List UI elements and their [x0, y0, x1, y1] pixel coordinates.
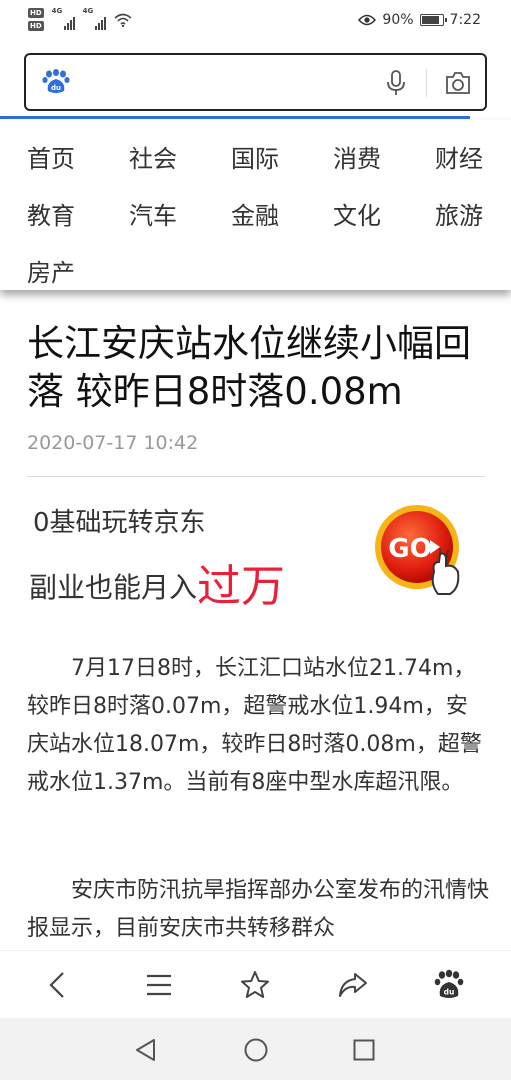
menu-icon[interactable]: [143, 969, 175, 1001]
nav-item-real-estate[interactable]: 房产: [27, 253, 75, 288]
baidu-paw-icon[interactable]: du: [433, 969, 465, 1001]
system-nav-bar: [0, 1018, 511, 1080]
signal-icon: 4G: [51, 6, 75, 30]
nav-item-travel[interactable]: 旅游: [435, 196, 483, 231]
search-input[interactable]: [82, 67, 386, 99]
battery-percent: 90%: [382, 12, 414, 28]
microphone-icon[interactable]: [384, 69, 408, 97]
svg-text:du: du: [51, 84, 61, 92]
search-bar[interactable]: du: [24, 53, 487, 111]
network-type-label: 4G: [51, 6, 63, 15]
loading-progress-bar: [0, 116, 470, 119]
article-title: 长江安庆站水位继续小幅回落 较昨日8时落0.08m: [27, 322, 471, 413]
category-nav: 首页 社会 国际 消费 财经 教育 汽车 金融 文化 旅游 房产: [0, 120, 511, 290]
baidu-paw-logo-icon: du: [42, 69, 70, 93]
divider: [27, 476, 485, 477]
nav-item-consumption[interactable]: 消费: [333, 139, 381, 174]
ad-subline: 副业也能月入过万: [29, 546, 286, 612]
network-type-label: 4G: [82, 6, 94, 15]
go-label: GO: [388, 534, 431, 564]
article-date: 2020-07-17 10:42: [27, 432, 199, 454]
nav-item-finance[interactable]: 财经: [435, 139, 483, 174]
nav-item-education[interactable]: 教育: [27, 196, 75, 231]
nav-item-banking[interactable]: 金融: [231, 196, 279, 231]
go-button-icon[interactable]: GO: [372, 502, 472, 600]
hd-icon: HD: [28, 8, 44, 18]
hd-indicators: HD HD: [28, 8, 44, 31]
nav-item-culture[interactable]: 文化: [333, 196, 381, 231]
ad-highlight: 过万: [197, 561, 286, 612]
clock: 7:22: [449, 12, 481, 28]
nav-home-circle-icon[interactable]: [243, 1037, 269, 1063]
svg-text:du: du: [444, 988, 455, 997]
star-icon[interactable]: [239, 969, 271, 1001]
nav-item-home[interactable]: 首页: [27, 139, 75, 174]
camera-icon[interactable]: [444, 70, 472, 96]
signal-icon: 4G: [82, 6, 106, 30]
hd-icon: HD: [28, 21, 44, 31]
nav-item-international[interactable]: 国际: [231, 139, 279, 174]
status-bar: HD HD 4G 4G 90% 7:22: [0, 0, 511, 44]
ad-headline: 0基础玩转京东: [33, 508, 206, 538]
status-right: 90% 7:22: [358, 12, 481, 28]
share-icon[interactable]: [337, 969, 369, 1001]
article-paragraph: 安庆市防汛抗旱指挥部办公室发布的汛情快报显示，目前安庆市共转移群众: [27, 878, 490, 941]
wifi-icon: [114, 13, 132, 27]
article-paragraph: 7月17日8时，长江汇口站水位21.74m，较昨日8时落0.07m，超警戒水位1…: [27, 656, 482, 795]
browser-toolbar: du: [0, 950, 511, 1019]
status-left: HD HD 4G 4G: [28, 6, 132, 31]
nav-back-triangle-icon[interactable]: [133, 1037, 159, 1063]
back-icon[interactable]: [43, 969, 75, 1001]
eye-comfort-icon: [358, 14, 377, 26]
search-divider: [426, 69, 427, 97]
nav-item-society[interactable]: 社会: [129, 139, 177, 174]
battery-icon: [419, 14, 447, 26]
ad-banner[interactable]: 0基础玩转京东 副业也能月入过万 GO: [27, 498, 485, 612]
nav-item-auto[interactable]: 汽车: [129, 196, 177, 231]
ad-subline-text: 副业也能月入: [29, 571, 198, 604]
nav-recents-square-icon[interactable]: [351, 1037, 377, 1063]
